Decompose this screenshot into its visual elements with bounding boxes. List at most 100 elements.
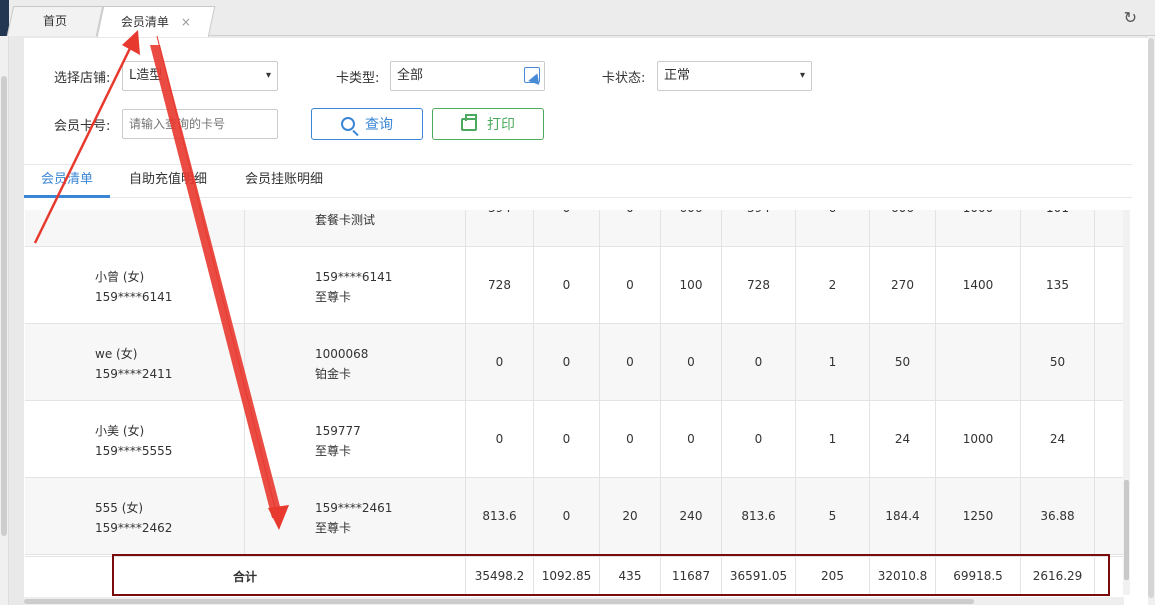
left-scrollbar[interactable] [0,36,9,605]
table-row[interactable]: we (女) 159****2411 1000068 铂金卡 0 0 0 0 0 1 50 50 [25,324,1125,401]
card-cell: 159****2461 至尊卡 [245,478,466,554]
member-cell: we (女) 159****2411 [25,324,245,400]
value-cell: 1 [796,324,870,400]
left-scrollbar-thumb[interactable] [1,76,7,536]
table-scrollbar-thumb[interactable] [1124,480,1129,580]
chevron-down-icon: ▾ [265,70,271,81]
card-type-value: 全部 [397,68,424,83]
refresh-icon[interactable]: ↻ [1124,8,1137,27]
card-type: 铂金卡 [315,367,352,381]
card-type: 至尊卡 [315,521,352,535]
value-cell [936,324,1021,400]
value-cell: 24 [1021,401,1095,477]
picker-icon[interactable] [524,67,540,83]
value-cell: 50 [870,324,936,400]
card-type: 至尊卡 [315,290,352,304]
value-cell: 1250 [936,478,1021,554]
sub-tabs: 会员清单 自助充值明细 会员挂账明细 [24,164,1132,198]
card-number: 159777 [315,424,361,438]
value-cell: 394 [722,210,796,246]
value-cell: 1400 [936,247,1021,323]
card-number: 159****2461 [315,501,393,515]
right-scrollbar-thumb[interactable] [1148,38,1154,598]
value-cell: 728 [722,247,796,323]
card-type: 至尊卡 [315,444,352,458]
value-cell: 0 [466,324,534,400]
content-panel: 选择店铺: L造型 ▾ 卡类型: 全部 卡状态: 正常 ▾ 会员卡号: 查询 打… [24,38,1148,605]
value-cell: 24 [870,401,936,477]
card-number: 1000068 [315,347,369,361]
value-cell: 6 [796,210,870,246]
store-select-value: L造型 [129,68,163,83]
print-button-label: 打印 [487,117,515,133]
value-cell: 101 [1021,210,1095,246]
value-cell: 270 [870,247,936,323]
card-status-select[interactable]: 正常 ▾ [657,61,812,91]
member-phone [95,210,244,230]
value-cell: 20 [600,478,661,554]
table-hscroll-thumb[interactable] [24,599,974,604]
member-phone: 159****2411 [95,367,173,381]
value-cell: 0 [661,401,722,477]
value-cell: 394 [466,210,534,246]
tab-credit-detail[interactable]: 会员挂账明细 [236,165,332,198]
card-status-value: 正常 [664,68,691,83]
member-name: 555 (女) [95,501,144,515]
value-cell: 813.6 [722,478,796,554]
member-phone: 159****2462 [95,521,173,535]
table-vertical-scrollbar[interactable] [1123,210,1130,595]
tab-member-list-sub[interactable]: 会员清单 [24,165,110,198]
card-cell: 159****6141 至尊卡 [245,247,466,323]
printer-icon [461,113,477,131]
value-cell: 606 [661,210,722,246]
value-cell: 0 [600,247,661,323]
close-icon[interactable]: × [181,8,191,36]
query-button-label: 查询 [365,117,393,133]
table-row[interactable]: 小曾 (女) 159****6141 159****6141 至尊卡 728 0 0 100 7… [25,247,1125,324]
tab-member-list-label: 会员清单 [120,15,169,29]
tab-self-recharge[interactable]: 自助充值明细 [120,165,216,198]
member-cell: 小曾 (女) 159****6141 [25,247,245,323]
tab-bar: 首页 会员清单 × ↻ [0,0,1155,54]
value-cell: 0 [600,210,661,246]
card-type: 套餐卡测试 [315,213,376,227]
card-cell: 套餐卡测试 [245,210,466,246]
value-cell: 184.4 [870,478,936,554]
member-phone: 159****5555 [95,444,173,458]
value-cell: 100 [661,247,722,323]
card-type-label: 卡类型: [336,71,380,86]
member-cell: 555 (女) 159****2462 [25,478,245,554]
table-row[interactable]: 逍遥 (女)套餐卡测试3940060639466061000101 [25,210,1125,247]
value-cell: 240 [661,478,722,554]
value-cell: 813.6 [466,478,534,554]
table-horizontal-scrollbar[interactable] [24,597,1124,605]
card-no-input[interactable] [122,109,278,139]
member-name: 小美 (女) [95,424,145,438]
store-label: 选择店铺: [54,71,111,86]
total-highlight-box [112,554,1110,596]
card-no-label: 会员卡号: [54,119,111,134]
table-row[interactable]: 小美 (女) 159****5555 159777 至尊卡 0 0 0 0 0 1 24 1000 24 [25,401,1125,478]
tab-home[interactable]: 首页 [6,6,104,36]
value-cell: 5 [796,478,870,554]
query-button[interactable]: 查询 [311,108,423,140]
value-cell: 0 [600,324,661,400]
value-cell: 0 [466,401,534,477]
value-cell: 135 [1021,247,1095,323]
tab-home-label: 首页 [42,14,67,28]
member-name: 小曾 (女) [95,270,145,284]
tab-member-list[interactable]: 会员清单 × [96,6,216,37]
print-button[interactable]: 打印 [432,108,544,140]
value-cell: 0 [722,401,796,477]
card-status-label: 卡状态: [602,71,646,86]
card-number: 159****6141 [315,270,393,284]
member-cell: 逍遥 (女) [25,210,245,246]
card-cell: 159777 至尊卡 [245,401,466,477]
table-row[interactable]: 555 (女) 159****2462 159****2461 至尊卡 813.6 0 20… [25,478,1125,555]
card-type-select[interactable]: 全部 [390,61,545,91]
chevron-down-icon: ▾ [799,70,805,81]
search-icon [341,117,355,131]
store-select[interactable]: L造型 ▾ [122,61,278,91]
member-name: we (女) [95,347,138,361]
value-cell: 0 [722,324,796,400]
